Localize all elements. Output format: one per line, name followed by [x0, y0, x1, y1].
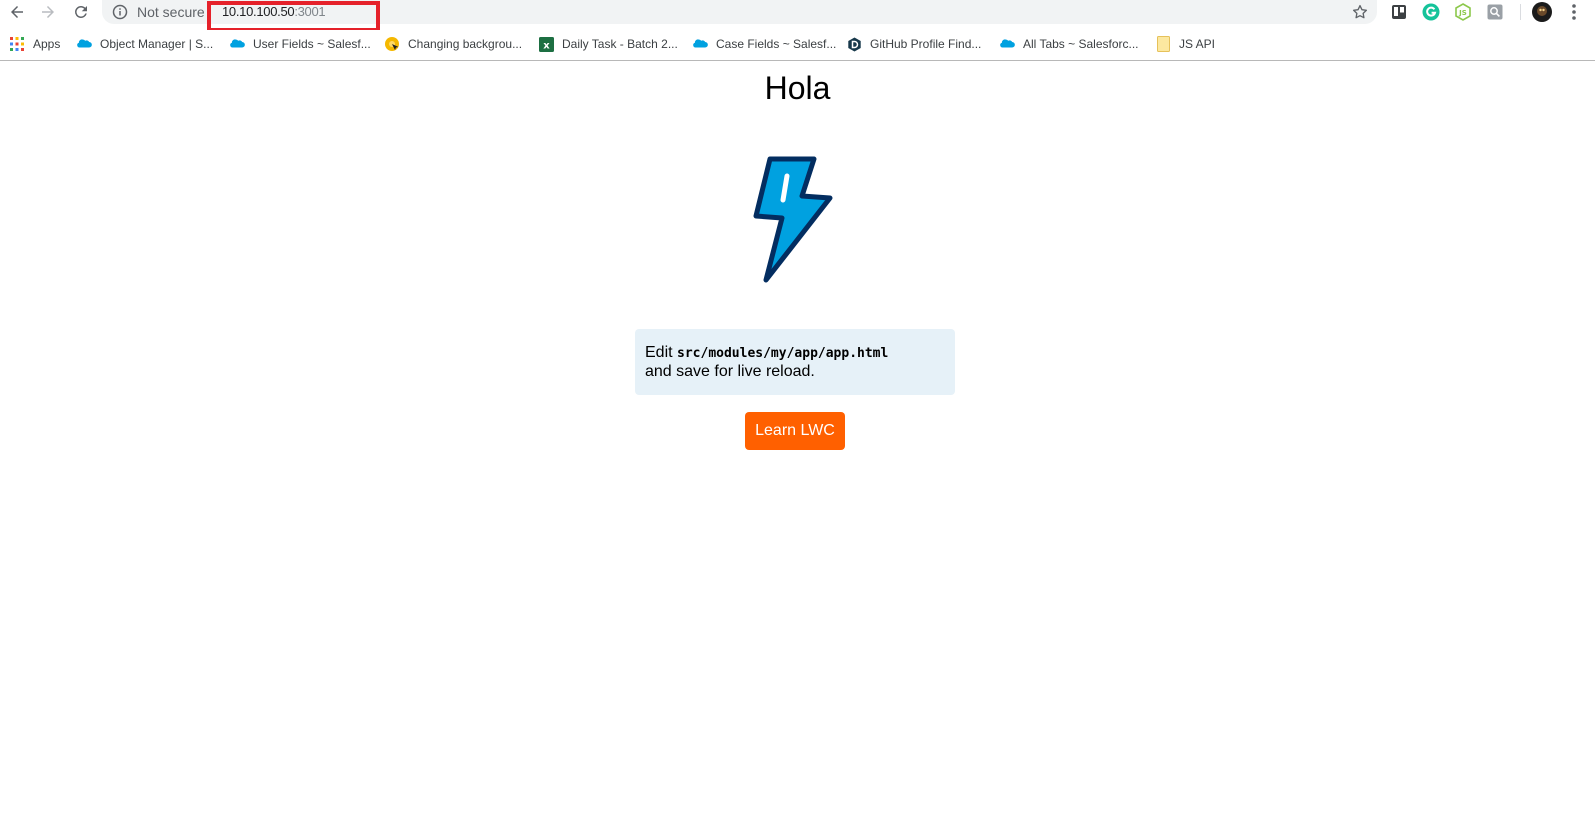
kebab-menu-icon [1572, 4, 1576, 20]
salesforce-cloud-icon [229, 36, 245, 52]
svg-text:x: x [543, 40, 550, 51]
file-path: src/modules/my/app/app.html [677, 346, 889, 361]
browser-menu-button[interactable] [1564, 2, 1584, 22]
url-text[interactable]: 10.10.100.50:3001 [222, 4, 326, 20]
bookmark-label: Changing backgrou... [408, 37, 523, 51]
salesforce-cloud-icon [999, 36, 1015, 52]
forward-button[interactable] [36, 0, 60, 24]
bookmark-label: JS API [1179, 37, 1216, 51]
address-bar[interactable]: Not secure 10.10.100.50:3001 [102, 0, 1377, 24]
toolbar-separator [1520, 4, 1521, 20]
bookmark-js-api[interactable]: JS API [1155, 34, 1215, 54]
bookmark-label: GitHub Profile Find... [870, 37, 982, 51]
extension-search[interactable] [1485, 2, 1505, 22]
bookmark-github-profile[interactable]: GitHub Profile Find... [846, 34, 981, 54]
folder-icon [1155, 36, 1171, 52]
yellow-circle-icon [384, 36, 400, 52]
bookmark-daily-task[interactable]: x Daily Task - Batch 2... [538, 34, 678, 54]
edit-suffix: and save for live reload. [645, 363, 815, 380]
lightning-bolt-icon [752, 156, 840, 284]
extension-trello[interactable] [1389, 2, 1409, 22]
bookmark-user-fields[interactable]: User Fields ~ Salesf... [229, 34, 371, 54]
bookmark-label: User Fields ~ Salesf... [253, 37, 371, 51]
bookmark-label: All Tabs ~ Salesforc... [1023, 37, 1139, 51]
bookmark-object-manager[interactable]: Object Manager | S... [76, 34, 213, 54]
browser-toolbar: Not secure 10.10.100.50:3001 JS [0, 0, 1595, 32]
bookmark-all-tabs[interactable]: All Tabs ~ Salesforc... [999, 34, 1139, 54]
bookmark-star-icon[interactable] [1351, 3, 1369, 21]
profile-avatar[interactable] [1532, 2, 1552, 22]
page-title: Hola [764, 70, 831, 106]
reload-icon [75, 5, 87, 18]
salesforce-cloud-icon [692, 36, 708, 52]
extension-node[interactable]: JS [1453, 2, 1473, 22]
excel-icon: x [538, 36, 554, 52]
back-button[interactable] [5, 0, 29, 24]
grammarly-icon [1422, 3, 1440, 21]
bookmark-label: Object Manager | S... [100, 37, 214, 51]
bookmark-label: Case Fields ~ Salesf... [716, 37, 837, 51]
bookmark-apps[interactable]: Apps [9, 34, 60, 54]
bookmark-label: Apps [33, 37, 61, 51]
security-status[interactable]: Not secure [137, 4, 205, 20]
edit-prefix: Edit [645, 344, 678, 361]
salesforce-cloud-icon [76, 36, 92, 52]
bookmark-label: Daily Task - Batch 2... [562, 37, 678, 51]
omnibox-separator [207, 6, 208, 18]
arrow-right-icon [42, 6, 54, 18]
trello-icon [1392, 5, 1406, 19]
magnifier-icon [1487, 4, 1503, 20]
nodejs-icon: JS [1455, 3, 1471, 21]
arrow-left-icon [11, 6, 23, 18]
avatar-icon [1532, 2, 1552, 22]
bookmarks-bar: Apps Object Manager | S... User Fields ~… [0, 30, 1595, 61]
bookmark-case-fields[interactable]: Case Fields ~ Salesf... [692, 34, 836, 54]
url-host: 10.10.100.50 [222, 4, 295, 19]
edit-instructions-box: Edit src/modules/my/app/app.html and sav… [635, 329, 955, 395]
svg-text:JS: JS [1458, 9, 1467, 17]
bookmark-changing-background[interactable]: Changing backgrou... [384, 34, 522, 54]
extension-grammarly[interactable] [1421, 2, 1441, 22]
learn-lwc-button[interactable]: Learn LWC [745, 412, 845, 450]
reload-button[interactable] [69, 0, 93, 24]
apps-grid-icon [9, 36, 25, 52]
info-icon[interactable] [112, 4, 128, 20]
url-port: :3001 [294, 4, 326, 19]
d-logo-icon [846, 36, 862, 52]
